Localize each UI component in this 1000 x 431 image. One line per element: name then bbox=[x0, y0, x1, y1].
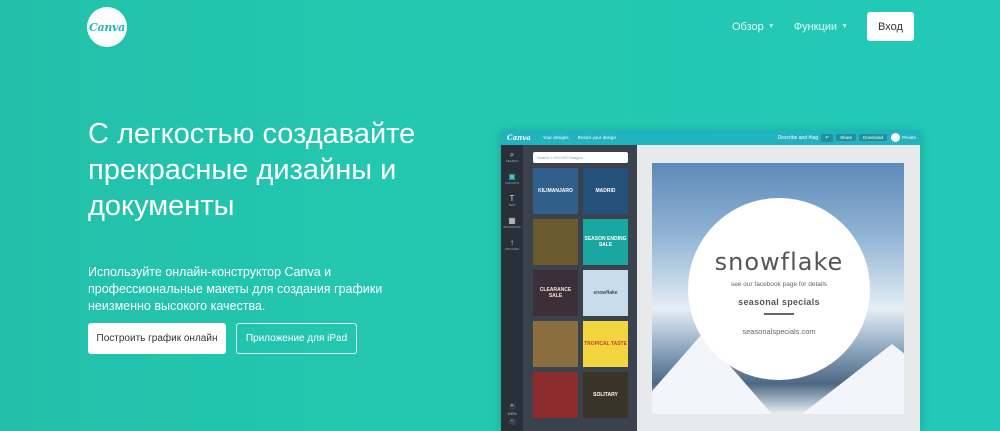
layout-thumbnail: SEASON ENDING SALE bbox=[583, 219, 628, 265]
hero-subtitle: Используйте онлайн-конструктор Canva и п… bbox=[88, 265, 383, 313]
design-subtitle: see our facebook page for details bbox=[730, 281, 828, 289]
editor-topbar-right: Describe and #tag ↶ Share Download Priva… bbox=[778, 133, 920, 142]
design-specials: seasonal specials bbox=[738, 297, 820, 308]
create-graph-button[interactable]: Построить график онлайн bbox=[88, 323, 226, 354]
login-button[interactable]: Вход bbox=[867, 12, 914, 41]
layout-thumbnail-text: TROPICAL TASTE bbox=[584, 341, 627, 347]
layouts-icon: ▣ bbox=[508, 171, 516, 181]
ipad-app-button[interactable]: Приложение для iPad bbox=[236, 323, 357, 354]
toggle-knob bbox=[890, 133, 900, 142]
editor-sidebar: ⌕ SEARCH ▣ LAYOUTS T TEXT ▦ BKGROUND ↑ U… bbox=[501, 145, 523, 431]
nav-features[interactable]: Функции ▼ bbox=[794, 21, 848, 33]
nav-features-label: Функции bbox=[793, 20, 838, 33]
editor-side-layouts: ▣ LAYOUTS bbox=[501, 167, 523, 189]
layout-thumbnail bbox=[533, 372, 578, 418]
editor-side-label: UPLOADS bbox=[504, 246, 520, 251]
editor-side-background: ▦ BKGROUND bbox=[501, 211, 523, 233]
editor-link-resize: Resize your design bbox=[577, 135, 616, 140]
zoom-out-icon: − bbox=[508, 418, 516, 425]
upload-icon: ↑ bbox=[510, 237, 514, 247]
editor-side-uploads: ↑ UPLOADS bbox=[501, 233, 523, 255]
layout-thumbnail-text: CLEARANCE SALE bbox=[539, 287, 572, 299]
nav-overview[interactable]: Обзор ▼ bbox=[732, 21, 775, 33]
layout-thumbnail: MADRID bbox=[583, 168, 628, 214]
undo-icon: ↶ bbox=[821, 133, 833, 142]
text-icon: T bbox=[509, 193, 515, 203]
editor-side-label: SEARCH bbox=[505, 158, 519, 163]
editor-zoom: + 100% − bbox=[501, 401, 523, 427]
design-circle: snowflake see our facebook page for deta… bbox=[688, 198, 870, 380]
layout-thumbnail-text: snowflake bbox=[593, 290, 618, 296]
privacy-toggle: Private bbox=[890, 133, 916, 142]
hero-title: С легкостью создавайте прекрасные дизайн… bbox=[88, 118, 416, 222]
layout-thumbnails: KILIMANJARO MADRID SEASON ENDING SALE CLEAR… bbox=[533, 168, 629, 418]
editor-logo: Canva bbox=[507, 133, 531, 142]
editor-download-button: Download bbox=[858, 134, 887, 141]
editor-share-button: Share bbox=[835, 134, 856, 141]
zoom-level: 100% bbox=[507, 412, 517, 416]
editor-layouts-panel: Search 1,000,000 images... KILIMANJARO MA… bbox=[523, 145, 637, 431]
design-divider bbox=[764, 313, 794, 315]
editor-topbar: Canva Your designs Resize your design De… bbox=[501, 130, 920, 145]
layout-thumbnail-text: KILIMANJARO bbox=[538, 188, 573, 194]
layout-thumbnail: KILIMANJARO bbox=[533, 168, 578, 214]
editor-side-label: LAYOUTS bbox=[505, 180, 519, 185]
privacy-label: Private bbox=[901, 135, 916, 140]
layout-thumbnail: TROPICAL TASTE bbox=[583, 321, 628, 367]
layout-thumbnail-text: SOLITARY bbox=[593, 392, 618, 398]
chevron-down-icon: ▼ bbox=[767, 23, 775, 30]
editor-side-text: T TEXT bbox=[501, 189, 523, 211]
layout-thumbnail bbox=[533, 321, 578, 367]
editor-side-label: TEXT bbox=[508, 202, 516, 207]
chevron-down-icon: ▼ bbox=[841, 23, 848, 30]
layout-thumbnail: snowflake bbox=[583, 270, 628, 316]
background-icon: ▦ bbox=[508, 215, 516, 225]
search-icon: ⌕ bbox=[509, 149, 515, 159]
zoom-in-icon: + bbox=[508, 403, 516, 410]
layout-thumbnail-text: SEASON ENDING SALE bbox=[584, 236, 627, 248]
layout-thumbnail: SOLITARY bbox=[583, 372, 628, 418]
editor-link-designs: Your designs bbox=[542, 135, 569, 140]
editor-side-search: ⌕ SEARCH bbox=[501, 145, 523, 167]
design-title: snowflake bbox=[714, 248, 844, 277]
layout-thumbnail: CLEARANCE SALE bbox=[533, 270, 578, 316]
design-url: seasonalspecials.com bbox=[742, 326, 816, 336]
canva-logo[interactable]: Canva bbox=[87, 7, 127, 47]
editor-screenshot: Canva Your designs Resize your design De… bbox=[501, 130, 920, 431]
top-nav: Обзор ▼ Функции ▼ Вход bbox=[732, 12, 914, 41]
nav-overview-label: Обзор bbox=[732, 20, 764, 33]
design-canvas: snowflake see our facebook page for deta… bbox=[652, 163, 904, 414]
editor-search-input: Search 1,000,000 images... bbox=[533, 152, 628, 163]
editor-side-label: BKGROUND bbox=[503, 224, 521, 229]
editor-describe: Describe and #tag bbox=[777, 134, 819, 141]
layout-thumbnail-text: MADRID bbox=[595, 188, 616, 194]
layout-thumbnail bbox=[533, 219, 578, 265]
